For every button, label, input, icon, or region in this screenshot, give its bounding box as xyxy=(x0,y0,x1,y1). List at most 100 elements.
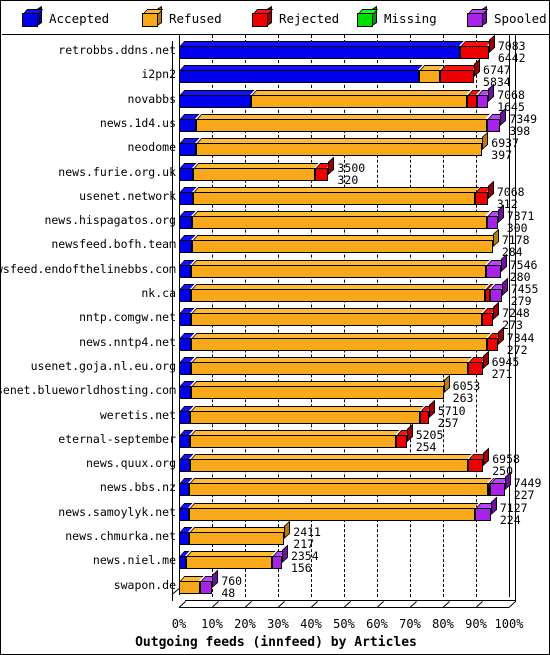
bar-row[interactable]: nntp.comgw.net 7248 273 xyxy=(2,301,549,331)
bar-end-face xyxy=(443,374,450,394)
bar-row[interactable]: news.samoylyk.net 7127 224 xyxy=(2,496,549,526)
bar-segment-refused xyxy=(196,113,491,132)
bar-segment-refused xyxy=(250,89,471,108)
bar-segment-refused xyxy=(190,429,400,448)
bar-row[interactable]: usenet.network 7068 312 xyxy=(2,180,549,210)
bar-segment-top-face xyxy=(191,405,424,411)
chart-legend: Accepted Refused Rejected Missing Spooled xyxy=(2,2,549,35)
bar-row[interactable]: newsfeed.bofh.team 7178 284 xyxy=(2,228,549,258)
chart-plot-area: retrobbs.ddns.net 7083 6442 i2pn2 6747 5834 no… xyxy=(0,34,549,650)
bar-row[interactable]: news.nntp4.net 7344 272 xyxy=(2,326,549,356)
bar-segment-refused xyxy=(185,551,276,570)
legend-item-refused[interactable]: Refused xyxy=(142,5,222,27)
legend-item-spooled[interactable]: Spooled xyxy=(467,5,547,27)
bar-segment-accepted xyxy=(179,65,423,84)
bar-end-face xyxy=(490,496,497,515)
bar-segment-refused xyxy=(191,284,489,302)
bar-end-face xyxy=(500,253,507,272)
bar-row-label: retrobbs.ddns.net xyxy=(58,43,176,57)
legend-item-rejected[interactable]: Rejected xyxy=(252,5,339,27)
bar-segment-rejected xyxy=(468,356,487,375)
bar-end-face xyxy=(488,34,495,53)
bar-segment-refused xyxy=(196,138,486,157)
legend-swatch-missing-icon xyxy=(357,5,379,27)
bar-row[interactable]: news.bbs.nz 7449 227 xyxy=(2,471,549,501)
bar-segment-accepted xyxy=(179,211,196,230)
bar-row[interactable]: usenet.goja.nl.eu.org 6945 271 xyxy=(2,350,549,380)
bar-segment-refused xyxy=(188,502,479,521)
bar-total-value: 7127 xyxy=(499,500,528,515)
bar-segment-top-face xyxy=(191,356,472,362)
bar-segment-top-face xyxy=(191,308,486,314)
bar-row[interactable]: eternal-september 5205 254 xyxy=(2,423,549,453)
bar-segment-refused xyxy=(192,211,491,230)
bar-segment-accepted xyxy=(179,113,200,132)
legend-item-accepted[interactable]: Accepted xyxy=(22,5,109,27)
bar-row[interactable]: retrobbs.ddns.net 7083 6442 xyxy=(2,34,549,64)
bar-total-value: 3500 xyxy=(337,160,366,175)
bar-row[interactable]: news.quux.org 6958 250 xyxy=(2,447,549,477)
bar-segment-rejected xyxy=(475,186,492,205)
chart-page: Accepted Refused Rejected Missing Spooled re… xyxy=(0,0,550,655)
bar-segment-spooled xyxy=(474,502,495,521)
bar-total-value: 7068 xyxy=(496,184,525,199)
bar-end-face xyxy=(328,156,335,175)
bar-row-label: usenet.blueworldhosting.com xyxy=(0,383,176,398)
bar-row-label: news.nntp4.net xyxy=(79,334,176,349)
bar-row[interactable]: news.niel.me 2354 156 xyxy=(2,544,549,574)
bar-row-label: news.quux.org xyxy=(85,456,176,471)
bar-segment-top-face xyxy=(193,186,479,192)
bar-row[interactable]: weretis.net 5710 257 xyxy=(2,399,549,429)
legend-item-missing[interactable]: Missing xyxy=(357,5,437,27)
bar-row[interactable]: swapon.de 760 48 xyxy=(2,569,549,599)
bar-row-label: eternal-september xyxy=(58,431,176,446)
bar-segment-refused xyxy=(191,259,490,278)
chart-title: Outgoing feeds (innfeed) by Articles xyxy=(135,635,417,650)
bar-segment-top-face xyxy=(192,284,489,289)
bar-end-face xyxy=(482,131,489,151)
bar-segment-accepted xyxy=(179,381,195,400)
bar-segment-refused xyxy=(192,186,479,205)
bar-row[interactable]: newsfeed.endofthelinebbs.com 7546 280 xyxy=(1,253,549,283)
bar-segment-refused xyxy=(190,308,486,327)
bar-segment-top-face xyxy=(193,211,491,217)
bar-segment-refused xyxy=(192,162,319,181)
bar-segment-rejected xyxy=(440,65,478,84)
bar-segment-spooled xyxy=(477,89,492,108)
bar-segment-top-face xyxy=(197,138,486,144)
bar-segment-refused xyxy=(188,478,492,497)
legend-label: Missing xyxy=(384,10,437,26)
bar-segment-accepted xyxy=(179,527,193,545)
bar-row-label: news.1d4.us xyxy=(99,115,176,130)
legend-swatch-accepted-icon xyxy=(22,5,44,27)
bar-end-face xyxy=(488,83,495,102)
bar-end-face xyxy=(474,58,481,78)
bar-segment-top-face xyxy=(192,259,490,265)
bar-row[interactable]: nk.ca 7455 279 xyxy=(2,277,549,307)
bar-row[interactable]: news.furie.org.uk 3500 320 xyxy=(2,156,549,186)
bar-end-face xyxy=(487,180,494,199)
bar-row[interactable]: neodome 6937 397 xyxy=(2,131,549,161)
bar-row[interactable]: usenet.blueworldhosting.com 6053 263 xyxy=(0,374,549,404)
bar-row-label: nntp.comgw.net xyxy=(79,310,176,325)
bar-segment-accepted xyxy=(179,186,197,205)
bar-end-face xyxy=(493,301,500,321)
bar-total-value: 5710 xyxy=(437,403,466,418)
bar-segment-accepted xyxy=(179,284,195,302)
bar-row[interactable]: i2pn2 6747 5834 xyxy=(2,58,549,88)
bar-row[interactable]: news.chmurka.net 2411 217 xyxy=(2,520,549,550)
bar-segment-refused xyxy=(190,405,424,424)
bar-end-face xyxy=(504,471,511,491)
bar-segment-refused xyxy=(188,527,288,545)
bar-row[interactable]: novabbs 7068 1645 xyxy=(2,83,549,113)
bar-segment-accepted xyxy=(179,502,193,521)
bar-segment-accepted xyxy=(179,259,195,278)
bar-end-face xyxy=(284,520,291,539)
bar-segment-rejected xyxy=(486,332,502,351)
bar-segment-top-face xyxy=(191,429,400,435)
bar-row[interactable]: news.1d4.us 7349 398 xyxy=(2,107,549,137)
bar-segment-spooled xyxy=(200,575,216,594)
legend-swatch-spooled-icon xyxy=(467,5,489,27)
bar-row[interactable]: news.hispagatos.org 7371 300 xyxy=(2,204,549,234)
bar-row-label: news.bbs.nz xyxy=(99,480,176,495)
